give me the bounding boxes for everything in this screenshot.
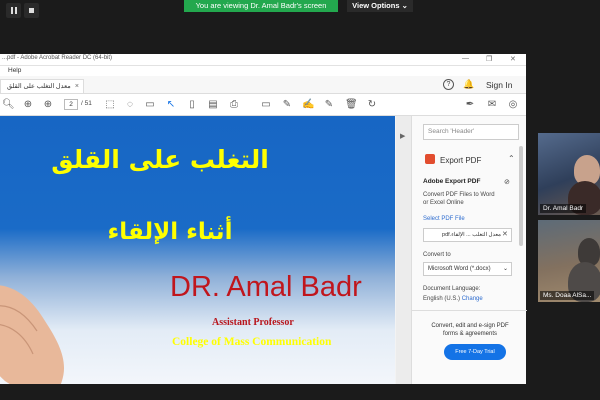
select-pdf-file-link[interactable]: Select PDF File <box>423 216 465 222</box>
minimize-icon[interactable]: — <box>462 55 469 62</box>
convert-to-value: Microsoft Word (*.docx) <box>428 266 491 272</box>
slide-presenter-role: Assistant Professor <box>212 317 294 328</box>
close-tab-icon[interactable]: × <box>75 80 79 93</box>
collapse-pane-handle[interactable] <box>396 116 411 384</box>
title-bar: ...pdf - Adobe Acrobat Reader DC (64-bit… <box>0 54 526 66</box>
slide-presenter-name: DR. Amal Badr <box>170 271 362 303</box>
promo-line1: Convert, edit and e-sign PDF <box>431 323 509 329</box>
chevron-down-icon: ⌄ <box>502 266 508 272</box>
window-title: ...pdf - Adobe Acrobat Reader DC (64-bit… <box>2 55 113 61</box>
maximize-icon[interactable]: ❐ <box>486 55 492 63</box>
page-total: / 51 <box>81 100 92 107</box>
help-icon[interactable]: ? <box>443 79 454 90</box>
menu-bar: Help <box>0 66 526 76</box>
stop-share-icon[interactable] <box>24 3 39 18</box>
document-icon[interactable]: ▭ <box>144 99 156 111</box>
previous-page-icon[interactable]: ⊕ <box>22 99 34 111</box>
email-icon[interactable]: ✉ <box>486 99 498 111</box>
promo-line2: forms & agreements <box>442 331 498 337</box>
delete-icon[interactable]: 🗑︎ <box>345 99 358 111</box>
doc-language-row: English (U.S.) Change <box>423 296 483 302</box>
participant-video-2[interactable]: Ms. Doaa AlSa... <box>538 220 600 302</box>
free-trial-button[interactable]: Free 7-Day Trial <box>444 344 506 360</box>
export-pdf-icon <box>425 154 435 164</box>
main-toolbar: 🔍︎ ⊕ ⊕ 2 / 51 ⬚ ◌ ▭ ↖ ▯ ▤ ⎙ ▭ ✎ ✍ ✎ 🗑︎ ↻… <box>0 94 526 116</box>
slide-page: التغلب على القلق أثناء الإلقاء DR. Amal … <box>0 116 395 384</box>
link-icon[interactable]: ⊘ <box>504 178 510 186</box>
fill-sign-icon[interactable]: ✎ <box>323 99 335 111</box>
export-desc-line1: Convert PDF Files to Word <box>423 192 495 198</box>
convert-to-select[interactable]: Microsoft Word (*.docx) ⌄ <box>423 262 512 276</box>
doc-language-value: English (U.S.) <box>423 296 461 302</box>
zoom-meeting-window: You are viewing Dr. Amal Badr's screen V… <box>0 0 600 400</box>
selected-file: معدل التغلب ... الإلقاء.pdf <box>423 228 512 242</box>
document-tab[interactable]: معدل التغلب على القلق × <box>0 79 84 93</box>
slide-title-line2: أثناء الإلقاء <box>107 219 233 245</box>
participant-video-1[interactable]: Dr. Amal Badr <box>538 133 600 215</box>
rotate-icon[interactable]: ↻ <box>366 99 378 111</box>
save-icon[interactable]: ▤ <box>207 99 219 111</box>
hand-tool-icon[interactable]: ◌ <box>124 99 136 111</box>
print-icon[interactable]: ⎙ <box>228 99 240 111</box>
tab-bar: معدل التغلب على القلق × ? 🔔 Sign In <box>0 76 526 94</box>
next-page-icon[interactable]: ⊕ <box>42 99 54 111</box>
remove-file-icon[interactable]: ✕ <box>502 230 508 238</box>
notification-bell-icon[interactable]: 🔔 <box>463 79 474 90</box>
account-icon[interactable]: ◎ <box>507 99 519 111</box>
slide-title-line1: التغلب على القلق <box>51 145 269 174</box>
pane-scrollbar[interactable] <box>519 146 523 246</box>
sign-in-link[interactable]: Sign In <box>486 80 512 90</box>
viewing-screen-banner: You are viewing Dr. Amal Badr's screen <box>184 0 338 12</box>
participant-name-2: Ms. Doaa AlSa... <box>540 291 595 300</box>
page-number-input[interactable]: 2 <box>64 99 78 110</box>
hand-illustration <box>0 285 64 384</box>
export-pdf-title: Export PDF <box>440 156 482 165</box>
zoom-search-icon[interactable]: 🔍︎ <box>2 99 15 111</box>
participant-name-1: Dr. Amal Badr <box>540 204 587 213</box>
adobe-export-title: Adobe Export PDF <box>423 178 481 185</box>
pane-divider <box>412 310 527 311</box>
tools-search-input[interactable]: Search 'Header' <box>423 124 519 140</box>
view-options-button[interactable]: View Options ⌄ <box>347 0 413 12</box>
highlight-pen-icon[interactable]: ✎ <box>281 99 293 111</box>
comment-icon[interactable]: ▭ <box>260 99 272 111</box>
pause-share-icon[interactable] <box>6 3 21 18</box>
shared-acrobat-window: ...pdf - Adobe Acrobat Reader DC (64-bit… <box>0 54 527 384</box>
promo-text: Convert, edit and e-sign PDF forms & agre… <box>420 322 520 338</box>
document-tab-label: معدل التغلب على القلق <box>7 83 71 90</box>
tools-pane: Search 'Header' Export PDF ⌃ Adobe Expor… <box>411 116 527 384</box>
change-language-link[interactable]: Change <box>462 296 483 302</box>
convert-to-label: Convert to <box>423 252 451 258</box>
close-window-icon[interactable]: ✕ <box>510 55 516 63</box>
export-desc-line2: or Excel Online <box>423 200 464 206</box>
chevron-up-icon[interactable]: ⌃ <box>508 154 515 163</box>
menu-help[interactable]: Help <box>8 67 21 74</box>
slide-college: College of Mass Communication <box>172 336 332 348</box>
draw-icon[interactable]: ✍ <box>302 99 314 111</box>
select-tool-icon[interactable]: ⬚ <box>104 99 116 111</box>
cursor-tool-icon[interactable]: ↖ <box>165 99 177 111</box>
export-pdf-header[interactable]: Export PDF <box>425 154 481 165</box>
doc-language-label: Document Language: <box>423 286 481 292</box>
page-view-icon[interactable]: ▯ <box>186 99 198 111</box>
sign-icon[interactable]: ✒ <box>464 99 476 111</box>
